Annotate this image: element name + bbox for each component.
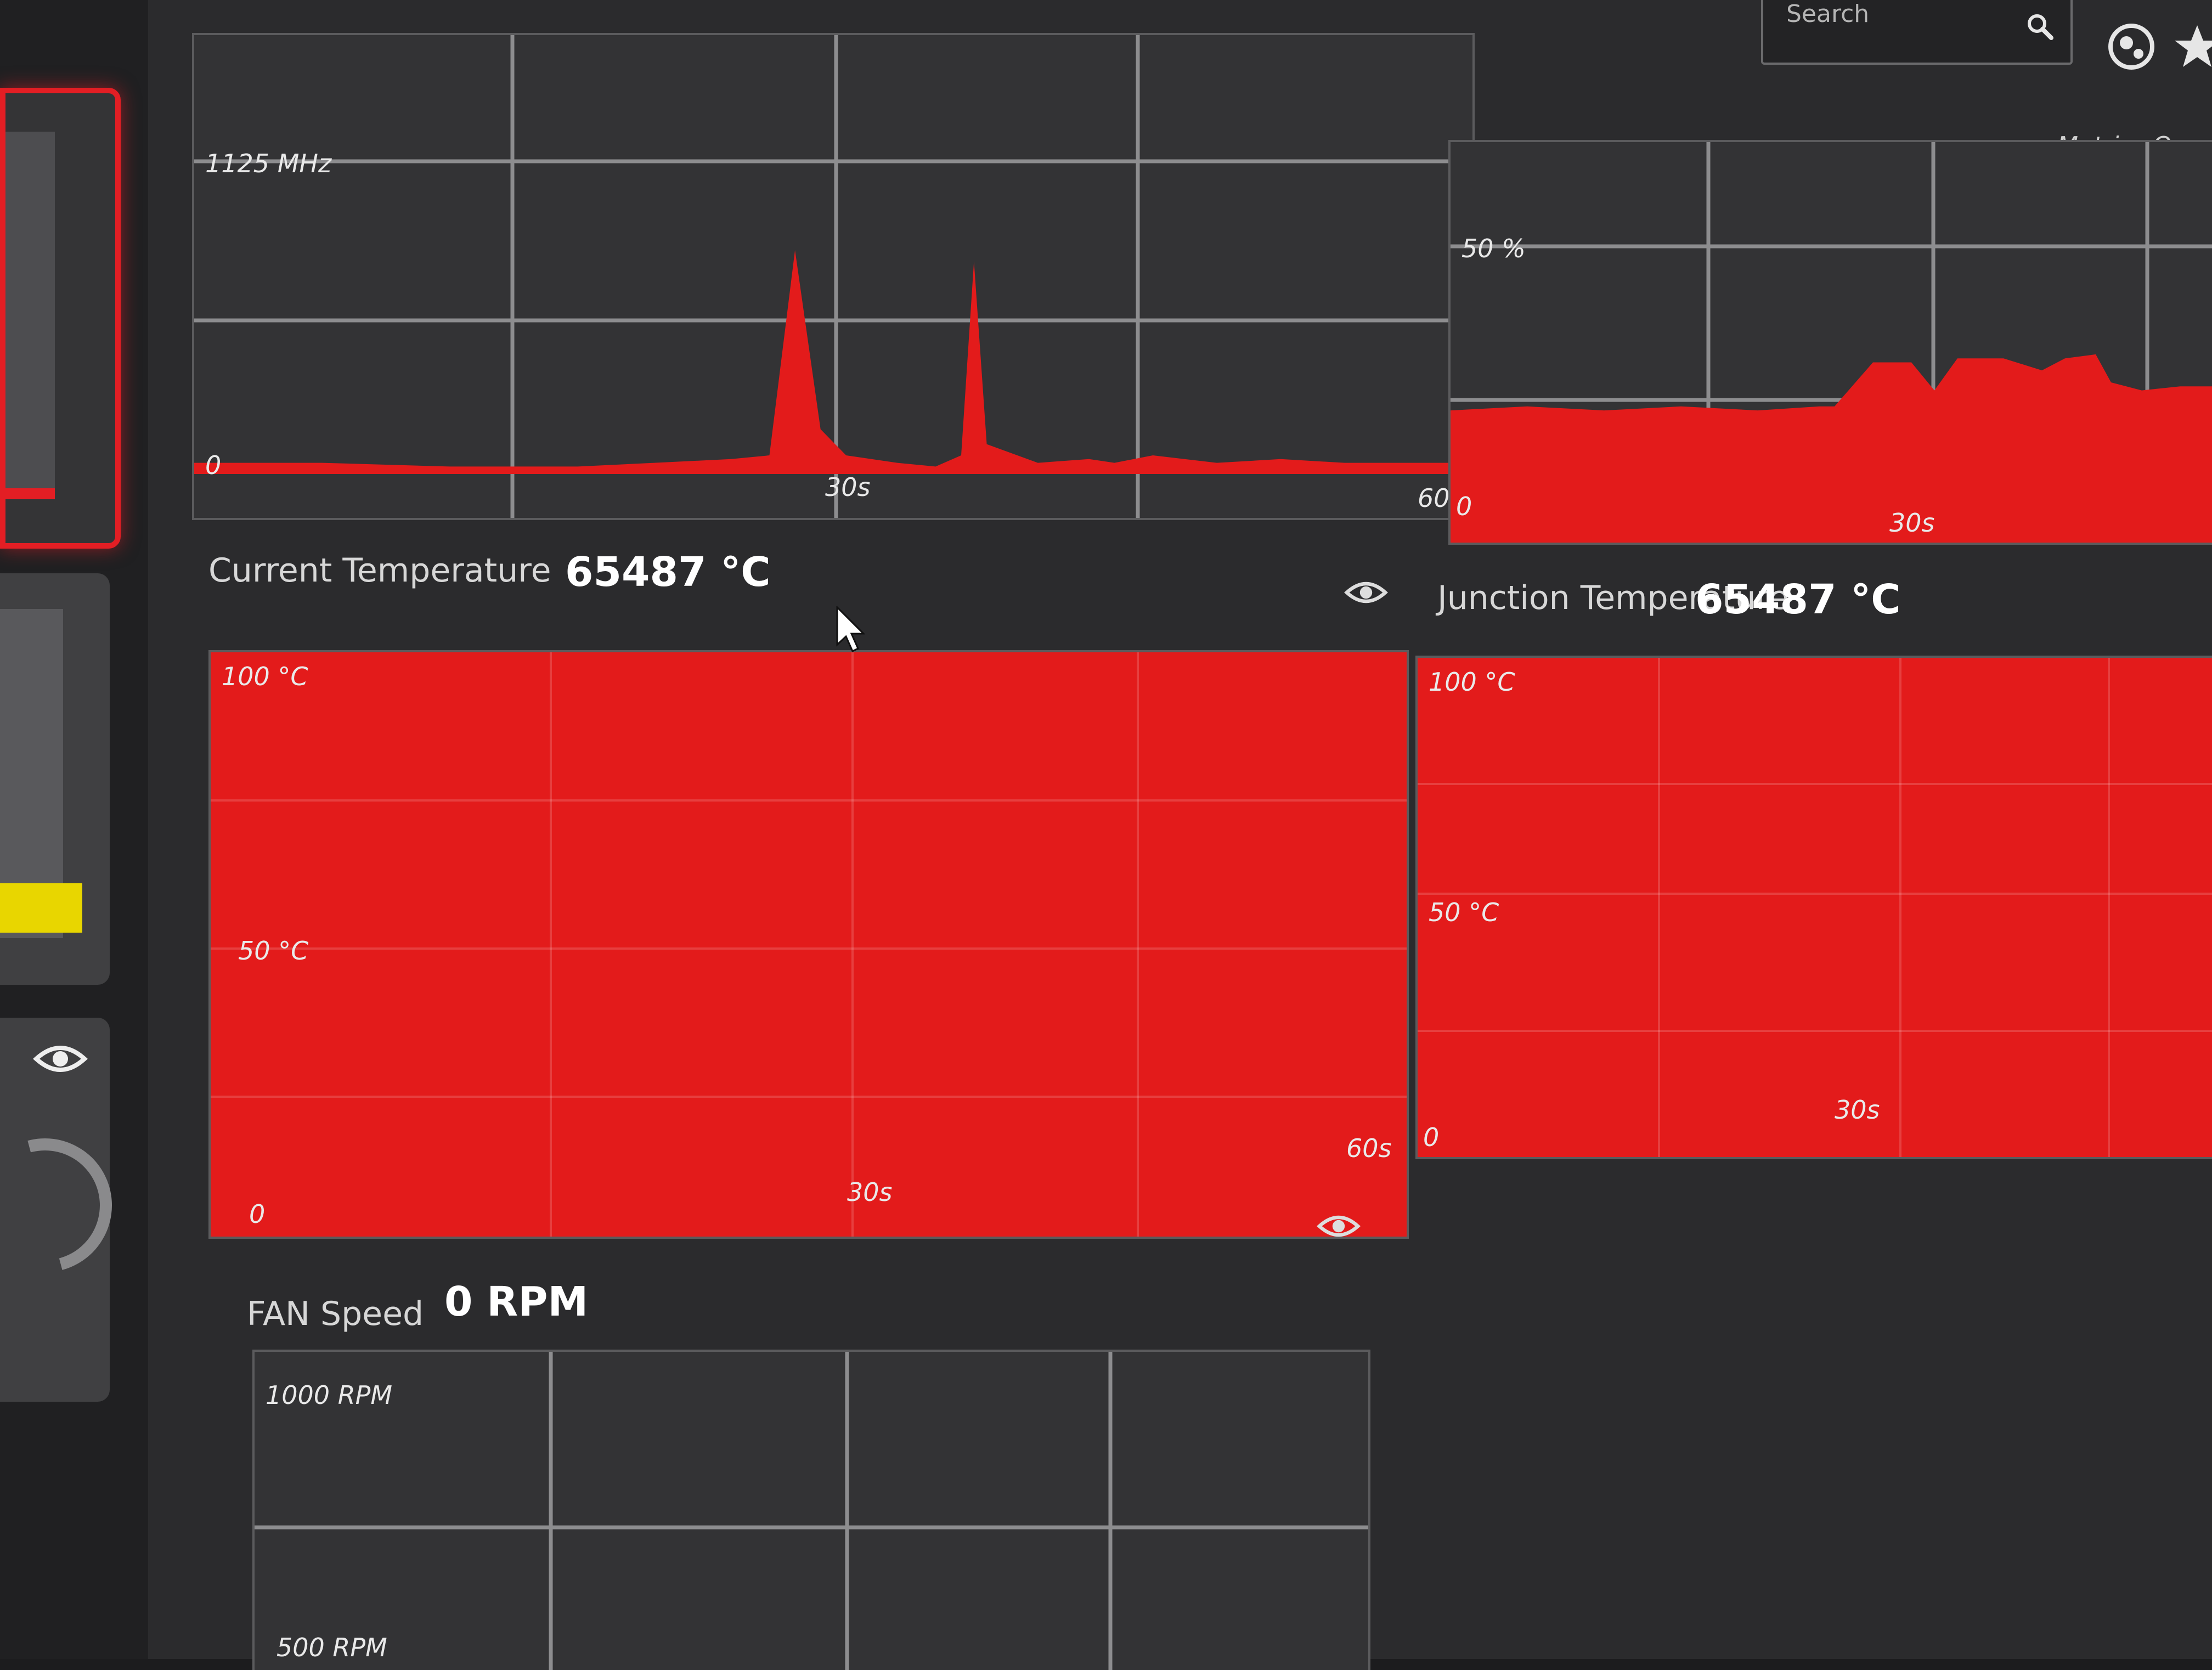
clock-area bbox=[194, 250, 1472, 474]
utilization-chart: 50 % 0 30s bbox=[1448, 140, 2212, 545]
fan-speed-ymax-label: 1000 RPM bbox=[266, 1380, 392, 1410]
globe-icon[interactable] bbox=[2107, 22, 2156, 71]
sidebar-card-3[interactable] bbox=[0, 1018, 137, 1402]
sidebar-card-thumbnail bbox=[5, 132, 55, 499]
junction-temperature-ymid-label: 50 °C bbox=[1429, 898, 1499, 927]
eye-icon[interactable] bbox=[1317, 1210, 1361, 1243]
sidebar-yellow-bar bbox=[0, 883, 82, 933]
current-temperature-zero-label: 0 bbox=[249, 1199, 265, 1229]
sidebar-card-active[interactable] bbox=[0, 88, 121, 549]
junction-temperature-ymax-label: 100 °C bbox=[1429, 667, 1515, 697]
utilization-xtick-30: 30s bbox=[1889, 508, 1935, 538]
junction-temperature-zero-label: 0 bbox=[1423, 1122, 1439, 1152]
sidebar-card-2[interactable] bbox=[0, 573, 110, 985]
eye-icon[interactable] bbox=[1344, 576, 1388, 609]
utilization-ymax-label: 50 % bbox=[1462, 234, 1526, 263]
utilization-zero-label: 0 bbox=[1456, 492, 1472, 521]
search-icon[interactable] bbox=[2025, 12, 2054, 41]
main-panel: Metrics Overlay 1125 MHz 0 30s 60s bbox=[148, 0, 2212, 1670]
junction-temperature-chart: 100 °C 50 °C 0 30s bbox=[1415, 656, 2212, 1159]
mouse-cursor-icon bbox=[836, 606, 865, 653]
current-temperature-area bbox=[211, 652, 1407, 1237]
fan-speed-label: FAN Speed bbox=[247, 1295, 424, 1333]
junction-temperature-area bbox=[1418, 658, 2212, 1157]
search-input[interactable] bbox=[1785, 0, 2018, 31]
current-temperature-label: Current Temperature bbox=[208, 551, 551, 590]
current-temperature-ymid-label: 50 °C bbox=[238, 936, 308, 966]
junction-temperature-value: 65487 °C bbox=[1695, 576, 1901, 623]
clock-zero-label: 0 bbox=[205, 450, 221, 480]
current-temperature-value: 65487 °C bbox=[565, 549, 771, 596]
utilization-area bbox=[1451, 354, 2212, 543]
clock-chart: 1125 MHz 0 30s 60s bbox=[192, 33, 1475, 520]
current-temperature-xtick-60: 60s bbox=[1346, 1133, 1392, 1163]
search-box[interactable] bbox=[1761, 0, 2073, 65]
fan-speed-value: 0 RPM bbox=[444, 1278, 589, 1325]
fan-speed-ymid-label: 500 RPM bbox=[276, 1633, 387, 1662]
clock-xtick-30: 30s bbox=[825, 472, 871, 502]
fan-speed-grid bbox=[255, 1352, 1368, 1670]
junction-temperature-xtick-30: 30s bbox=[1835, 1095, 1880, 1125]
star-icon[interactable] bbox=[2172, 22, 2212, 71]
current-temperature-xtick-30: 30s bbox=[847, 1177, 893, 1207]
fan-speed-chart: 1000 RPM 500 RPM bbox=[252, 1350, 1370, 1670]
eye-icon[interactable] bbox=[33, 1040, 88, 1078]
gauge-arc bbox=[0, 1114, 137, 1297]
current-temperature-ymax-label: 100 °C bbox=[222, 662, 308, 691]
clock-ymax-label: 1125 MHz bbox=[205, 149, 332, 178]
current-temperature-chart: 100 °C 50 °C 0 30s 60s bbox=[208, 650, 1409, 1239]
sidebar bbox=[0, 0, 148, 1659]
